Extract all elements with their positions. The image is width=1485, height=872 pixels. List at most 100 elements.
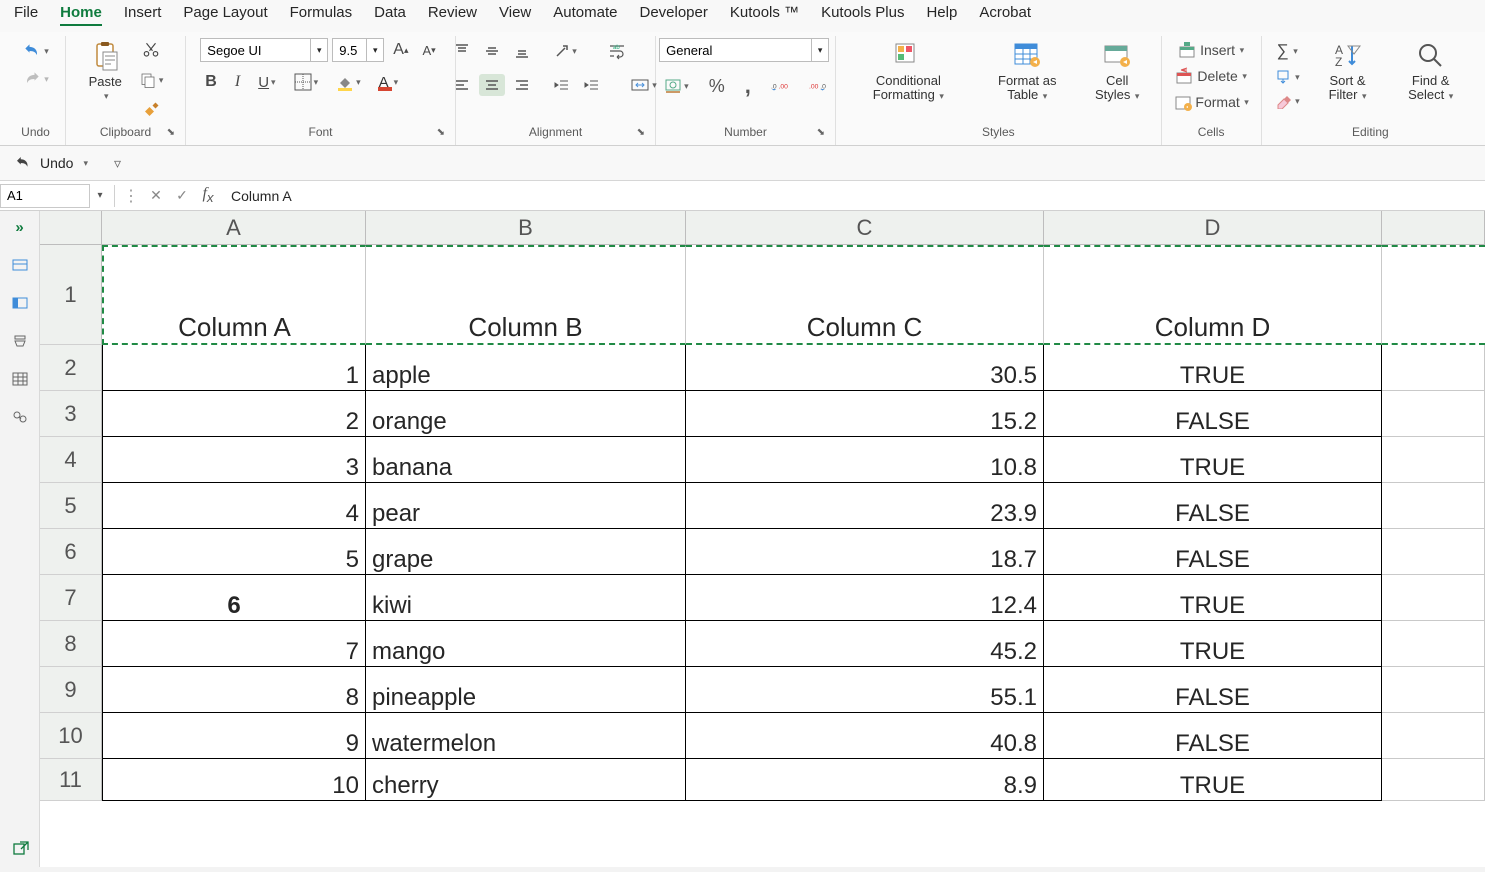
cell[interactable]: 3 xyxy=(102,437,366,483)
row-header-4[interactable]: 4 xyxy=(40,437,102,483)
cell[interactable]: banana xyxy=(366,437,686,483)
col-header-C[interactable]: C xyxy=(686,211,1044,245)
font-size-combo[interactable]: ▾ xyxy=(332,38,384,62)
col-header-blank[interactable] xyxy=(1382,211,1485,245)
redo-button[interactable]: ▾ xyxy=(17,66,54,92)
row-header-7[interactable]: 7 xyxy=(40,575,102,621)
row-header-10[interactable]: 10 xyxy=(40,713,102,759)
panel-icon-3[interactable] xyxy=(11,332,29,350)
copy-button[interactable]: ▾ xyxy=(134,68,169,92)
row-header-6[interactable]: 6 xyxy=(40,529,102,575)
align-middle-button[interactable] xyxy=(479,40,505,62)
cell[interactable] xyxy=(1382,345,1485,391)
cell[interactable]: 12.4 xyxy=(686,575,1044,621)
autosum-button[interactable]: ∑ ▾ xyxy=(1270,38,1305,64)
cell[interactable]: 9 xyxy=(102,713,366,759)
fill-color-button[interactable]: ▾ xyxy=(331,70,366,94)
menu-data[interactable]: Data xyxy=(374,4,406,26)
col-header-A[interactable]: A xyxy=(102,211,366,245)
cell[interactable]: TRUE xyxy=(1044,345,1382,391)
italic-button[interactable]: I xyxy=(230,70,245,94)
row-header-9[interactable]: 9 xyxy=(40,667,102,713)
row-header-1[interactable]: 1 xyxy=(40,245,102,345)
cell[interactable]: FALSE xyxy=(1044,529,1382,575)
cell-styles-button[interactable]: Cell Styles ▾ xyxy=(1082,38,1153,105)
decrease-font-button[interactable]: A▾ xyxy=(418,40,441,61)
cell[interactable]: kiwi xyxy=(366,575,686,621)
panel-icon-1[interactable] xyxy=(11,256,29,274)
cell[interactable]: 10 xyxy=(102,759,366,801)
cell[interactable]: cherry xyxy=(366,759,686,801)
cell[interactable] xyxy=(1382,621,1485,667)
cell[interactable]: 18.7 xyxy=(686,529,1044,575)
cell[interactable]: orange xyxy=(366,391,686,437)
insert-function-button[interactable]: fx xyxy=(195,185,221,205)
bold-button[interactable]: B xyxy=(200,70,222,94)
number-launcher[interactable]: ⬊ xyxy=(817,127,825,138)
insert-cells-button[interactable]: Insert ▾ xyxy=(1169,38,1254,62)
header-cell[interactable]: Column A xyxy=(102,245,366,345)
cell[interactable]: 40.8 xyxy=(686,713,1044,759)
menu-acrobat[interactable]: Acrobat xyxy=(979,4,1031,26)
name-box-dropdown[interactable]: ▾ xyxy=(90,190,110,201)
row-header-3[interactable]: 3 xyxy=(40,391,102,437)
align-bottom-button[interactable] xyxy=(509,40,535,62)
menu-view[interactable]: View xyxy=(499,4,531,26)
font-name-combo[interactable]: ▾ xyxy=(200,38,328,62)
panel-icon-4[interactable] xyxy=(11,370,29,388)
customize-qat-button[interactable]: ▿ xyxy=(114,155,121,172)
cell[interactable]: watermelon xyxy=(366,713,686,759)
comma-button[interactable]: , xyxy=(740,70,756,102)
cell[interactable]: FALSE xyxy=(1044,667,1382,713)
menu-automate[interactable]: Automate xyxy=(553,4,617,26)
undo-button[interactable]: ▾ xyxy=(17,38,54,64)
menu-review[interactable]: Review xyxy=(428,4,477,26)
panel-icon-2[interactable] xyxy=(11,294,29,312)
paste-button[interactable]: Paste▾ xyxy=(83,38,128,104)
cell[interactable] xyxy=(1382,483,1485,529)
font-color-button[interactable]: A▾ xyxy=(374,70,404,94)
cell[interactable] xyxy=(1382,529,1485,575)
cell[interactable]: TRUE xyxy=(1044,437,1382,483)
cell[interactable]: pineapple xyxy=(366,667,686,713)
alignment-launcher[interactable]: ⬊ xyxy=(637,127,645,138)
cell[interactable] xyxy=(1382,667,1485,713)
undo-label[interactable]: Undo xyxy=(40,155,73,171)
col-header-D[interactable]: D xyxy=(1044,211,1382,245)
cell[interactable]: 7 xyxy=(102,621,366,667)
cell[interactable]: pear xyxy=(366,483,686,529)
cell[interactable]: 10.8 xyxy=(686,437,1044,483)
cell[interactable]: FALSE xyxy=(1044,713,1382,759)
fill-button[interactable]: ▾ xyxy=(1270,66,1305,88)
cell[interactable]: 6 xyxy=(102,575,366,621)
col-header-B[interactable]: B xyxy=(366,211,686,245)
borders-button[interactable]: ▾ xyxy=(289,70,324,94)
delete-cells-button[interactable]: Delete ▾ xyxy=(1169,64,1254,88)
accounting-format-button[interactable]: ▾ xyxy=(659,74,694,98)
menu-formulas[interactable]: Formulas xyxy=(290,4,353,26)
decrease-indent-button[interactable] xyxy=(549,74,575,96)
percent-button[interactable]: % xyxy=(704,73,730,100)
cell[interactable]: 23.9 xyxy=(686,483,1044,529)
cell[interactable] xyxy=(1382,391,1485,437)
menu-file[interactable]: File xyxy=(14,4,38,26)
underline-button[interactable]: U▾ xyxy=(253,71,280,94)
row-header-8[interactable]: 8 xyxy=(40,621,102,667)
cell[interactable]: TRUE xyxy=(1044,759,1382,801)
number-format-combo[interactable]: ▾ xyxy=(659,38,829,62)
cell[interactable]: 2 xyxy=(102,391,366,437)
cell[interactable]: TRUE xyxy=(1044,621,1382,667)
sort-filter-button[interactable]: AZ Sort & Filter ▾ xyxy=(1311,38,1385,105)
cell[interactable]: 1 xyxy=(102,345,366,391)
formula-input[interactable]: Column A xyxy=(221,181,1485,210)
menu-developer[interactable]: Developer xyxy=(639,4,707,26)
cell[interactable]: 55.1 xyxy=(686,667,1044,713)
align-top-button[interactable] xyxy=(449,40,475,62)
orientation-button[interactable]: ▾ xyxy=(549,40,582,62)
format-cells-button[interactable]: Format ▾ xyxy=(1169,90,1254,114)
cell[interactable] xyxy=(1382,437,1485,483)
cell[interactable]: 45.2 xyxy=(686,621,1044,667)
row-header-11[interactable]: 11 xyxy=(40,759,102,801)
cell[interactable]: FALSE xyxy=(1044,391,1382,437)
undo-dropdown[interactable]: ▾ xyxy=(83,158,88,169)
